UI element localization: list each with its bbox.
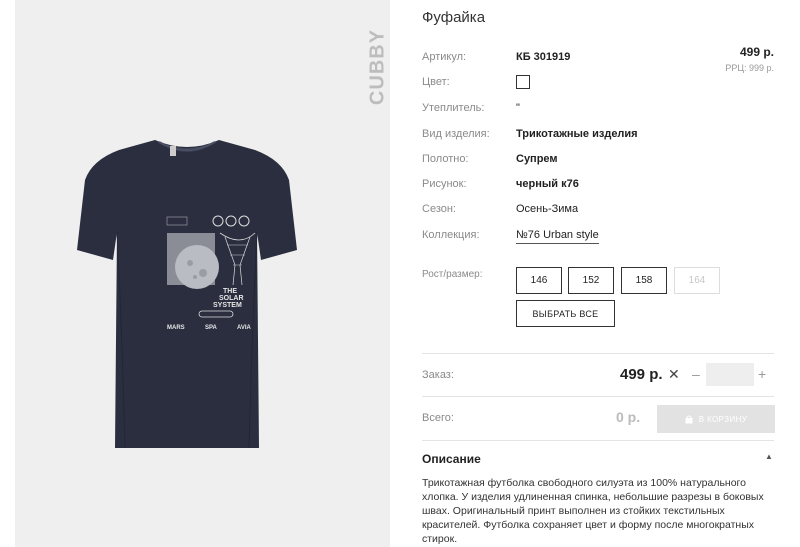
divider — [422, 396, 774, 397]
color-swatch[interactable] — [516, 75, 530, 89]
size-option-164: 164 — [674, 267, 720, 294]
attr-value: Осень-Зима — [516, 203, 579, 215]
size-option-146[interactable]: 146 — [516, 267, 562, 294]
order-label: Заказ: — [422, 369, 454, 381]
attr-value: КБ 301919 — [516, 51, 571, 63]
divider — [422, 440, 774, 441]
attr-pattern: Рисунок: черный к76 — [422, 178, 722, 192]
attr-label: Рисунок: — [422, 178, 467, 190]
attr-season: Сезон: Осень-Зима — [422, 203, 722, 217]
price-box: 499 р. РРЦ: 999 р. — [725, 45, 774, 73]
add-to-cart-label: В КОРЗИНУ — [698, 414, 748, 424]
svg-text:SOLAR: SOLAR — [219, 295, 244, 302]
attr-label: Коллекция: — [422, 229, 480, 241]
collection-link-wrap: №76 Urban style — [516, 229, 599, 244]
attr-label: Сезон: — [422, 203, 456, 215]
product-details: Фуфайка 499 р. РРЦ: 999 р. Артикул: КБ 3… — [422, 0, 782, 547]
attr-insulation: Утеплитель: " — [422, 102, 722, 116]
svg-text:AVIA: AVIA — [237, 325, 252, 331]
attr-value: " — [516, 102, 520, 114]
quantity-decrease-button[interactable]: – — [692, 366, 700, 382]
attr-label: Цвет: — [422, 76, 450, 88]
select-all-button[interactable]: ВЫБРАТЬ ВСЕ — [516, 300, 615, 327]
attr-fabric: Полотно: Супрем — [422, 153, 722, 167]
attr-label: Утеплитель: — [422, 102, 485, 114]
product-title: Фуфайка — [422, 9, 486, 26]
collection-link[interactable]: №76 Urban style — [516, 229, 599, 244]
times-icon: ✕ — [668, 366, 680, 382]
quantity-input[interactable] — [706, 363, 754, 386]
product-price: 499 р. — [739, 45, 774, 59]
attr-value: Трикотажные изделия — [516, 128, 638, 140]
svg-text:THE: THE — [223, 288, 237, 295]
attr-color: Цвет: — [422, 75, 722, 90]
total-label: Всего: — [422, 412, 454, 424]
shirt-print: THE SOLAR SYSTEM MARS SPA AVIA — [166, 215, 256, 331]
total-value: 0 р. — [616, 409, 641, 425]
size-label: Рост/размер: — [422, 269, 483, 280]
attr-type: Вид изделия: Трикотажные изделия — [422, 128, 722, 142]
brand-logo: CUBBY — [366, 28, 389, 106]
size-option-158[interactable]: 158 — [621, 267, 667, 294]
svg-text:SYSTEM: SYSTEM — [213, 302, 242, 309]
attr-label: Полотно: — [422, 153, 469, 165]
quantity-increase-button[interactable]: + — [758, 366, 766, 382]
bag-icon — [685, 415, 693, 423]
product-image[interactable]: CUBBY THE SOLAR SYSTEM MARS SPA AVIA — [15, 0, 390, 547]
attr-label: Артикул: — [422, 51, 467, 63]
recommended-price: РРЦ: 999 р. — [725, 63, 774, 73]
attr-article: Артикул: КБ 301919 — [422, 51, 722, 65]
attr-label: Вид изделия: — [422, 128, 490, 140]
attr-value: Супрем — [516, 153, 558, 165]
svg-text:SPA: SPA — [205, 325, 218, 331]
attr-value: черный к76 — [516, 178, 579, 190]
divider — [422, 353, 774, 354]
size-option-152[interactable]: 152 — [568, 267, 614, 294]
add-to-cart-button[interactable]: В КОРЗИНУ — [657, 405, 775, 433]
svg-text:MARS: MARS — [167, 325, 185, 331]
chevron-up-icon[interactable]: ▲ — [765, 452, 773, 461]
order-price: 499 р. — [620, 366, 663, 383]
description-text: Трикотажная футболка свободного силуэта … — [422, 477, 764, 545]
attr-collection: Коллекция: №76 Urban style — [422, 229, 722, 244]
description-title[interactable]: Описание — [422, 452, 481, 466]
